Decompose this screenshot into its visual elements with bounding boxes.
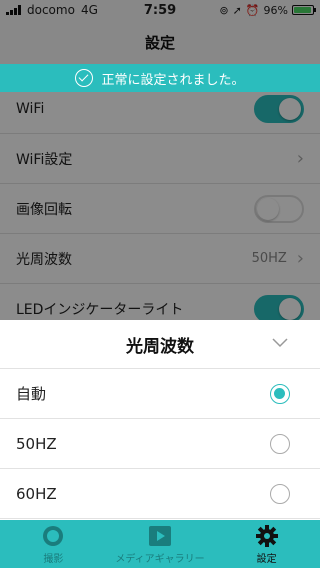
option-50hz[interactable]: 50HZ <box>0 419 320 469</box>
sheet-header: 光周波数 <box>0 320 320 369</box>
option-50hz-label: 50HZ <box>16 434 57 453</box>
tab-settings-label: 設定 <box>256 553 277 565</box>
option-auto[interactable]: 自動 <box>0 369 320 419</box>
option-auto-label: 自動 <box>16 385 47 403</box>
tab-bar: 撮影 メディアギャラリー 設定 <box>0 520 320 568</box>
radio-50hz[interactable] <box>270 433 290 454</box>
tab-gallery-label: メディアギャラリー <box>115 553 205 565</box>
camera-icon <box>41 524 65 548</box>
radio-auto[interactable] <box>270 383 290 404</box>
play-icon <box>148 524 172 548</box>
tab-settings[interactable]: 設定 <box>213 520 320 568</box>
frequency-sheet: 光周波数 自動 50HZ 60HZ <box>0 320 320 520</box>
tab-camera[interactable]: 撮影 <box>0 520 107 568</box>
success-toast: 正常に設定されました。 <box>0 64 320 92</box>
gear-icon <box>255 524 279 548</box>
check-circle-icon <box>75 69 94 87</box>
chevron-down-icon[interactable] <box>272 334 288 350</box>
radio-60hz[interactable] <box>270 483 290 504</box>
option-60hz[interactable]: 60HZ <box>0 469 320 519</box>
tab-camera-label: 撮影 <box>43 553 64 565</box>
toast-message: 正常に設定されました。 <box>101 72 245 88</box>
sheet-title: 光周波数 <box>126 336 194 357</box>
tab-gallery[interactable]: メディアギャラリー <box>107 520 214 568</box>
option-60hz-label: 60HZ <box>16 484 57 503</box>
